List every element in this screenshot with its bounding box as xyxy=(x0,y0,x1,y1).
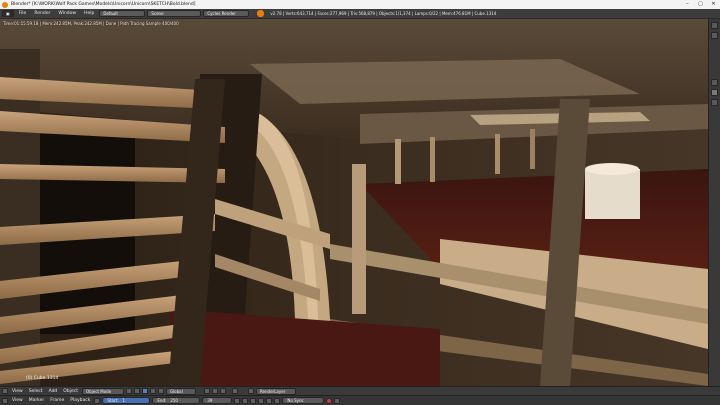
jump-start-icon[interactable] xyxy=(234,397,241,404)
material-icon[interactable] xyxy=(711,99,718,106)
start-frame-label: Start: xyxy=(107,398,119,403)
info-header: ▣ File Render Window Help Default Scene … xyxy=(0,9,720,19)
layer-grid-icon[interactable] xyxy=(203,388,210,394)
viewport-side-toolbar xyxy=(708,19,720,386)
layers-icon[interactable] xyxy=(711,79,718,86)
manipulator-icon[interactable] xyxy=(141,388,148,394)
lock-icon[interactable] xyxy=(231,388,238,394)
object-icon[interactable] xyxy=(711,89,718,96)
render-layer-select[interactable]: RenderLayer xyxy=(255,387,296,395)
editor-type-icon[interactable] xyxy=(2,397,8,404)
window-titlebar: Blender* [K:\WORK\Wolf Pack Games\Models… xyxy=(0,0,720,9)
rendered-scene xyxy=(0,19,708,386)
menu-frame[interactable]: Frame xyxy=(48,398,66,403)
start-frame-value: 1 xyxy=(122,398,126,403)
record-icon[interactable] xyxy=(326,397,333,404)
menu-render[interactable]: Render xyxy=(31,11,53,16)
prev-keyframe-icon[interactable] xyxy=(242,397,249,404)
menu-view[interactable]: View xyxy=(10,389,25,394)
blender-logo-icon xyxy=(257,10,265,17)
menu-view[interactable]: View xyxy=(10,398,25,403)
rotate-icon[interactable] xyxy=(157,388,164,394)
menu-select[interactable]: Select xyxy=(27,389,45,394)
use-preview-range-icon[interactable] xyxy=(94,397,101,404)
end-frame-field[interactable]: End: 250 xyxy=(152,397,201,404)
scene-stats: v2.78 | Verts:643,714 | Faces:277,969 | … xyxy=(270,11,497,16)
next-keyframe-icon[interactable] xyxy=(266,397,273,404)
layer-grid-icon[interactable] xyxy=(219,388,226,394)
menu-playback[interactable]: Playback xyxy=(68,398,92,403)
menu-file[interactable]: File xyxy=(16,11,30,16)
editor-type-icon[interactable]: ▣ xyxy=(2,10,14,17)
render-layer-icon xyxy=(247,388,254,394)
transform-orientation-select[interactable]: Global xyxy=(165,387,196,395)
close-button[interactable]: ✕ xyxy=(707,0,720,9)
window-title: Blender* [K:\WORK\Wolf Pack Games\Models… xyxy=(11,2,196,7)
menu-object[interactable]: Object xyxy=(61,389,80,394)
translate-icon[interactable] xyxy=(149,388,156,394)
screen-layout-select[interactable]: Default xyxy=(99,10,146,17)
interaction-mode-select[interactable]: Object Mode xyxy=(81,387,124,395)
end-frame-value: 250 xyxy=(170,398,178,403)
menu-help[interactable]: Help xyxy=(81,11,97,16)
scene-select[interactable]: Scene xyxy=(147,10,202,17)
blender-icon xyxy=(2,1,8,8)
start-frame-field[interactable]: Start: 1 xyxy=(102,397,151,404)
menu-window[interactable]: Window xyxy=(55,11,79,16)
playback-sync-select[interactable]: No Sync xyxy=(282,397,325,404)
editor-type-icon[interactable] xyxy=(2,388,8,394)
minimize-button[interactable]: – xyxy=(681,0,694,9)
plus-icon[interactable] xyxy=(711,22,718,29)
3d-view-header: View Select Add Object Object Mode Globa… xyxy=(0,386,720,395)
active-object-name: (0) Cube.1314 xyxy=(26,376,59,381)
properties-toggle-icon[interactable] xyxy=(711,32,718,39)
pivot-point-icon[interactable] xyxy=(133,388,140,394)
layer-grid-icon[interactable] xyxy=(211,388,218,394)
timeline-header: View Marker Frame Playback Start: 1 End:… xyxy=(0,395,720,405)
maximize-button[interactable]: ▢ xyxy=(694,0,707,9)
menu-add[interactable]: Add xyxy=(47,389,60,394)
jump-end-icon[interactable] xyxy=(274,397,281,404)
play-reverse-icon[interactable] xyxy=(250,397,257,404)
menu-marker[interactable]: Marker xyxy=(27,398,47,403)
3d-viewport[interactable]: Time:01:15:59.18 | Mem:242.85M, Peak:242… xyxy=(0,19,708,386)
render-info-text: Time:01:15:59.18 | Mem:242.85M, Peak:242… xyxy=(3,21,179,26)
current-frame-field[interactable]: 39 xyxy=(202,397,233,404)
window-controls: – ▢ ✕ xyxy=(681,0,720,9)
end-frame-label: End: xyxy=(157,398,167,403)
keying-set-icon[interactable] xyxy=(334,397,341,404)
play-icon[interactable] xyxy=(258,397,265,404)
shading-mode-icon[interactable] xyxy=(125,388,132,394)
render-engine-select[interactable]: Cycles Render xyxy=(203,10,250,17)
